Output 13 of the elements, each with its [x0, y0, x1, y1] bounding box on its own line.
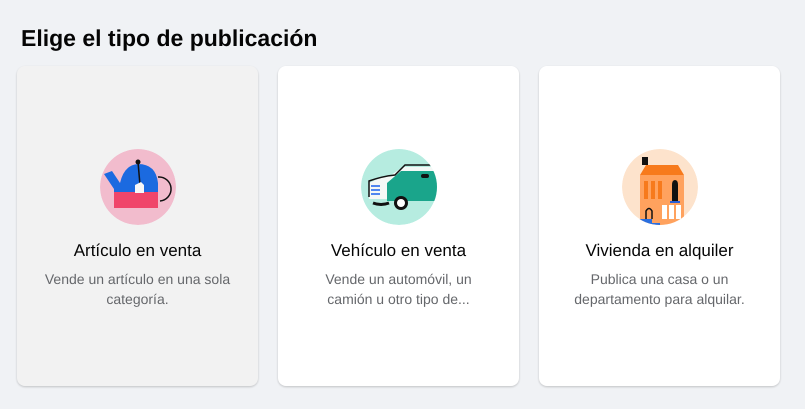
house-icon	[622, 149, 698, 225]
page-title: Elige el tipo de publicación	[21, 24, 318, 52]
card-description: Vende un artículo en una sola categoría.	[44, 270, 232, 309]
listing-type-card[interactable]: Artículo en venta Vende un artículo en una sola categoría.	[17, 66, 258, 386]
card-title: Vivienda en alquiler	[585, 241, 734, 261]
listing-type-card[interactable]: Vehículo en venta Vende un automóvil, un camión u otro tipo de...	[278, 66, 519, 386]
teapot-icon	[100, 149, 176, 225]
card-title: Artículo en venta	[74, 241, 202, 261]
card-description: Publica una casa o un departamento para alquilar.	[573, 270, 746, 309]
card-description: Vende un automóvil, un camión u otro tipo de...	[324, 270, 473, 309]
listing-type-card[interactable]: Vivienda en alquiler Publica una casa o un departamento para alquilar.	[539, 66, 780, 386]
car-icon	[360, 149, 436, 225]
card-title: Vehículo en venta	[330, 241, 466, 261]
